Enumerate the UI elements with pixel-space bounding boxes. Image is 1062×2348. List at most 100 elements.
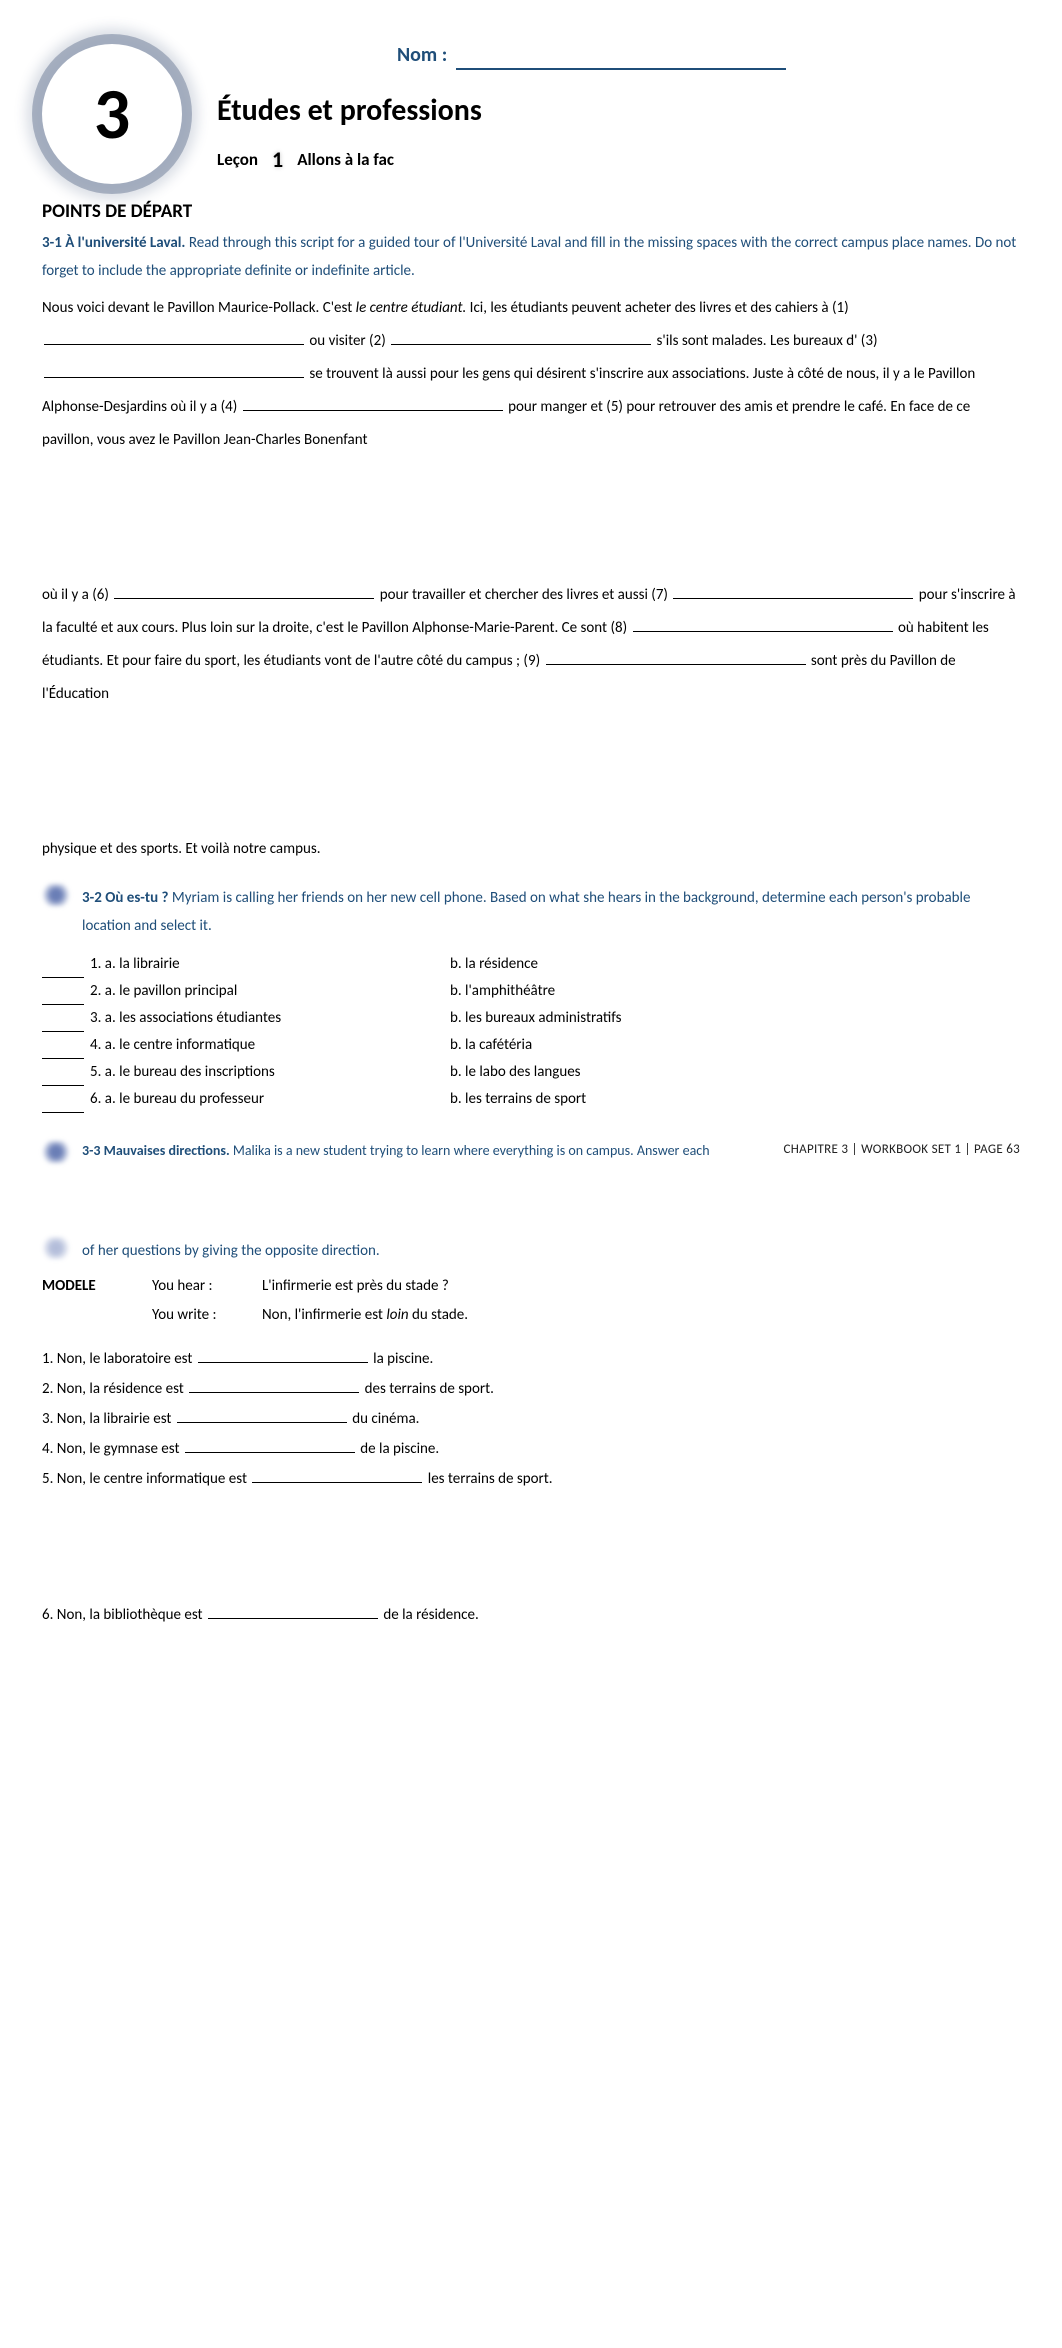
section-heading-points-de-depart: POINTS DE DÉPART: [42, 198, 1020, 227]
exercise-3-1: 3-1 À l'université Laval. Read through t…: [42, 229, 1020, 866]
nom-line: Nom :: [397, 40, 1020, 70]
ex31-p1e: s'ils sont malades. Les bureaux d' (3): [653, 332, 877, 350]
fill-blank[interactable]: [189, 1378, 359, 1393]
mc-option-b: b. le labo des langues: [450, 1059, 1020, 1086]
ex31-heading: 3-1 À l'université Laval. Read through t…: [42, 229, 1020, 286]
fill-pre: 3. Non, la librairie est: [42, 1410, 175, 1428]
modele-row-write: You write : Non, l'infirmerie est loin d…: [42, 1304, 1020, 1327]
blank-2[interactable]: [391, 330, 651, 345]
blank-9[interactable]: [546, 650, 806, 665]
ex32-desc: Myriam is calling her friends on her new…: [82, 889, 970, 936]
ex33-modele: MODELE You hear : L'infirmerie est près …: [42, 1275, 1020, 1326]
nom-blank[interactable]: [456, 68, 786, 70]
ex31-p1b: le centre étudiant.: [356, 299, 467, 317]
mc-row: 5. a. le bureau des inscriptionsb. le la…: [42, 1059, 1020, 1086]
modele-write-text: Non, l'infirmerie est loin du stade.: [262, 1304, 1020, 1327]
audio-icon: [42, 884, 70, 906]
mc-answer-blank[interactable]: [42, 1032, 84, 1059]
exercise-3-3-heading: 3-3 Mauvaises directions. Malika is a ne…: [42, 1141, 1020, 1163]
mc-option-b: b. les terrains de sport: [450, 1086, 1020, 1113]
fill-blank[interactable]: [198, 1348, 368, 1363]
fill-line: 3. Non, la librairie est du cinéma.: [42, 1404, 1020, 1434]
ex31-p1a: Nous voici devant le Pavillon Maurice-Po…: [42, 299, 356, 317]
blank-6[interactable]: [114, 584, 374, 599]
audio-icon: [42, 1141, 70, 1163]
blank-1[interactable]: [44, 330, 304, 345]
ex31-para2: où il y a (6) pour travailler et cherche…: [42, 579, 1020, 711]
ex31-para1: Nous voici devant le Pavillon Maurice-Po…: [42, 292, 1020, 457]
modele-write-italic: loin: [386, 1306, 408, 1324]
blank-3[interactable]: [44, 363, 304, 378]
mc-row: 3. a. les associations étudiantesb. les …: [42, 1005, 1020, 1032]
ex33-fill-6: 6. Non, la bibliothèque est de la réside…: [42, 1604, 1020, 1627]
nom-label: Nom :: [397, 43, 447, 67]
fill-blank[interactable]: [252, 1468, 422, 1483]
mc-answer-blank[interactable]: [42, 1059, 84, 1086]
fill-post: du cinéma.: [349, 1410, 420, 1428]
ex31-p1d: ou visiter (2): [306, 332, 389, 350]
modele-label: MODELE: [42, 1275, 152, 1298]
mc-option-a: 2. a. le pavillon principal: [90, 978, 450, 1005]
chapter-badge: 3: [42, 44, 182, 184]
fill-pre: 2. Non, la résidence est: [42, 1380, 187, 1398]
audio-icon: [42, 1237, 70, 1259]
header-right: Nom : Études et professions Leçon 1 Allo…: [217, 40, 1020, 176]
ex31-title: 3-1 À l'université Laval.: [42, 234, 185, 252]
ex31-desc: Read through this script for a guided to…: [42, 234, 1016, 281]
fill-line: 4. Non, le gymnase est de la piscine.: [42, 1434, 1020, 1464]
ex33-title: 3-3 Mauvaises directions.: [82, 1142, 230, 1159]
fill-pre: 4. Non, le gymnase est: [42, 1440, 183, 1458]
fill-pre: 5. Non, le centre informatique est: [42, 1470, 250, 1488]
fill-line: 1. Non, le laboratoire est la piscine.: [42, 1344, 1020, 1374]
ex33-desc-part1: Malika is a new student trying to learn …: [233, 1142, 710, 1159]
ex31-p1c: Ici, les étudiants peuvent acheter des l…: [466, 299, 848, 317]
mc-option-a: 3. a. les associations étudiantes: [90, 1005, 450, 1032]
modele-write-post: du stade.: [409, 1306, 468, 1324]
modele-hear-text: L'infirmerie est près du stade ?: [262, 1275, 1020, 1298]
mc-option-a: 1. a. la librairie: [90, 951, 450, 978]
mc-answer-blank[interactable]: [42, 951, 84, 978]
ex32-choice-list: 1. a. la librairieb. la résidence 2. a. …: [42, 951, 1020, 1113]
blank-4[interactable]: [243, 396, 503, 411]
fill-line: 2. Non, la résidence est des terrains de…: [42, 1374, 1020, 1404]
fill-post: les terrains de sport.: [424, 1470, 552, 1488]
ex33-desc-part2-wrap: of her questions by giving the opposite …: [82, 1237, 1020, 1266]
mc-answer-blank[interactable]: [42, 978, 84, 1005]
fill6-blank[interactable]: [208, 1604, 378, 1619]
ex33-desc-part2: of her questions by giving the opposite …: [82, 1242, 380, 1260]
mc-row: 2. a. le pavillon principalb. l'amphithé…: [42, 978, 1020, 1005]
lecon-label: Leçon: [217, 147, 258, 173]
lecon-number: 1: [272, 143, 283, 176]
chapter-number: 3: [94, 60, 131, 168]
mc-answer-blank[interactable]: [42, 1086, 84, 1113]
page-footer-overlay: CHAPITRE 3 | WORKBOOK SET 1 | PAGE 63: [784, 1141, 1021, 1159]
mc-option-a: 4. a. le centre informatique: [90, 1032, 450, 1059]
fill-blank[interactable]: [185, 1438, 355, 1453]
lecon-line: Leçon 1 Allons à la fac: [217, 143, 1020, 176]
modele-write-pre: Non, l'infirmerie est: [262, 1306, 386, 1324]
fill-post: de la piscine.: [357, 1440, 439, 1458]
ex31-p2a: où il y a (6): [42, 586, 112, 604]
mc-row: 4. a. le centre informatiqueb. la cafété…: [42, 1032, 1020, 1059]
blank-7[interactable]: [673, 584, 913, 599]
ex33-fill-list: 1. Non, le laboratoire est la piscine.2.…: [42, 1344, 1020, 1494]
mc-row: 1. a. la librairieb. la résidence: [42, 951, 1020, 978]
fill6-post: de la résidence.: [380, 1606, 479, 1624]
blank-8[interactable]: [633, 617, 893, 632]
mc-option-b: b. la résidence: [450, 951, 1020, 978]
fill-pre: 1. Non, le laboratoire est: [42, 1350, 196, 1368]
page-header: 3 Nom : Études et professions Leçon 1 Al…: [42, 40, 1020, 184]
fill-post: des terrains de sport.: [361, 1380, 494, 1398]
modele-row-hear: MODELE You hear : L'infirmerie est près …: [42, 1275, 1020, 1298]
mc-answer-blank[interactable]: [42, 1005, 84, 1032]
fill-blank[interactable]: [177, 1408, 347, 1423]
lecon-title: Allons à la fac: [297, 147, 394, 173]
ex32-title: 3-2 Où es-tu ?: [82, 889, 169, 907]
fill-line: 5. Non, le centre informatique est les t…: [42, 1464, 1020, 1494]
mc-option-a: 6. a. le bureau du professeur: [90, 1086, 450, 1113]
ex31-para3: physique et des sports. Et voilà notre c…: [42, 833, 1020, 866]
chapter-title: Études et professions: [217, 88, 1020, 133]
exercise-3-2: 3-2 Où es-tu ? Myriam is calling her fri…: [42, 884, 1020, 941]
mc-option-b: b. les bureaux administratifs: [450, 1005, 1020, 1032]
modele-write-label: You write :: [152, 1304, 262, 1327]
